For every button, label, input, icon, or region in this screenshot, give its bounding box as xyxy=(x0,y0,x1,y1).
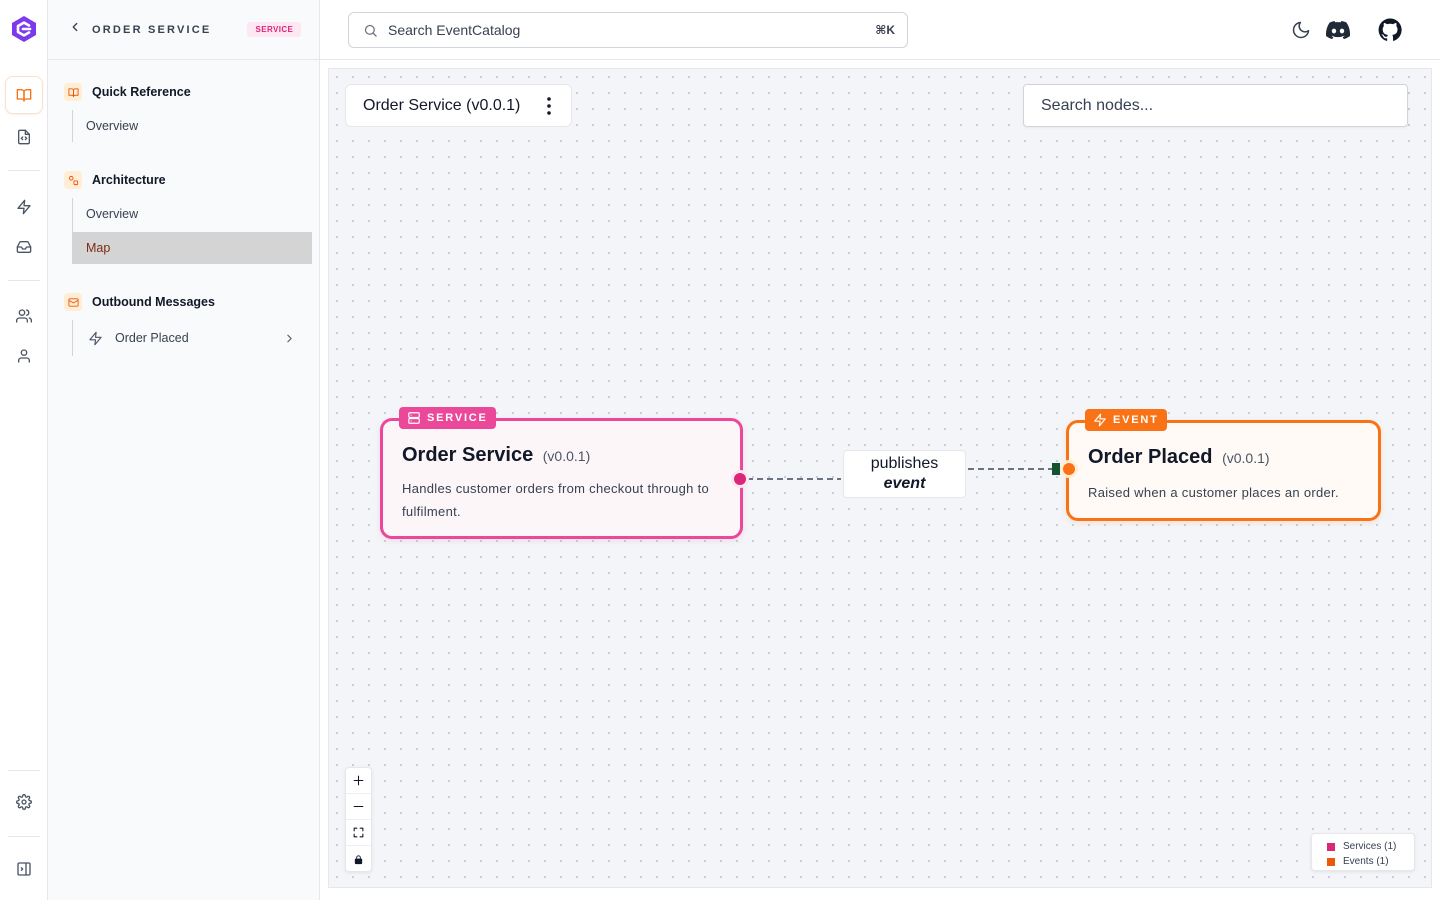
section-outbound-messages: Outbound Messages Order Placed xyxy=(64,292,312,356)
rail-divider xyxy=(8,770,40,771)
section-title: Quick Reference xyxy=(64,82,312,102)
docs-nav-button[interactable] xyxy=(5,76,43,114)
github-icon xyxy=(1378,18,1402,41)
section-title: Architecture xyxy=(64,170,312,190)
settings-nav-button[interactable] xyxy=(5,783,43,821)
sidebar-toggle-button[interactable] xyxy=(5,850,43,888)
sidebar-title: ORDER SERVICE xyxy=(92,23,212,36)
sidebar-item-map[interactable]: Map xyxy=(73,232,312,264)
top-bar: Search EventCatalog ⌘K xyxy=(320,0,1440,60)
node-name: Order Service xyxy=(402,444,534,466)
mail-icon xyxy=(64,293,82,311)
section-list: Order Placed xyxy=(72,320,312,356)
legend-label: Services (1) xyxy=(1343,841,1397,852)
lock-icon xyxy=(354,854,363,864)
chevron-right-icon xyxy=(287,334,292,342)
teams-nav-button[interactable] xyxy=(5,297,43,335)
service-tag: SERVICE xyxy=(399,407,496,429)
discord-link[interactable] xyxy=(1326,18,1350,42)
nav-rail xyxy=(0,0,48,900)
global-search-input[interactable]: Search EventCatalog ⌘K xyxy=(348,12,908,48)
edge-label-verb: publishes xyxy=(870,455,939,472)
server-icon xyxy=(408,412,420,424)
service-tag-label: SERVICE xyxy=(427,412,488,424)
legend-swatch xyxy=(1327,842,1335,851)
theme-toggle-button[interactable] xyxy=(1289,18,1313,42)
users-icon xyxy=(16,309,32,323)
zoom-out-button[interactable] xyxy=(346,794,371,820)
lock-button[interactable] xyxy=(346,846,371,872)
file-code-icon xyxy=(18,129,30,145)
search-icon xyxy=(364,24,377,37)
discord-icon xyxy=(1326,21,1350,40)
zoom-out-icon xyxy=(353,805,364,808)
node-name: Order Placed xyxy=(1088,446,1213,468)
map-legend: Services (1) Events (1) xyxy=(1311,833,1415,871)
fit-view-icon xyxy=(353,827,364,838)
zoom-in-button[interactable] xyxy=(346,768,371,794)
book-icon xyxy=(16,89,32,102)
legend-swatch xyxy=(1327,857,1335,866)
node-version: (v0.0.1) xyxy=(542,448,591,464)
legend-label: Events (1) xyxy=(1343,856,1389,867)
target-handle[interactable] xyxy=(1063,463,1075,475)
events-nav-button[interactable] xyxy=(5,188,43,226)
gear-icon xyxy=(16,794,32,810)
node-description: Raised when a customer places an order. xyxy=(1088,485,1339,500)
book-open-icon xyxy=(64,83,82,101)
section-title: Outbound Messages xyxy=(64,292,312,312)
edge-label-type: event xyxy=(883,475,926,492)
moon-icon xyxy=(1292,21,1310,39)
section-quick-reference: Quick Reference Overview xyxy=(64,82,312,142)
event-node-order-placed[interactable]: EVENT Order Placed (v0.0.1) Raised when … xyxy=(1066,409,1381,521)
node-title: Order Service (v0.0.1) xyxy=(402,444,590,467)
node-version: (v0.0.1) xyxy=(1222,450,1270,466)
node-title: Order Placed (v0.0.1) xyxy=(1088,446,1270,469)
search-shortcut: ⌘K xyxy=(875,23,895,37)
sidebar-toggle-icon xyxy=(17,862,31,876)
section-title-label: Outbound Messages xyxy=(92,295,215,309)
specs-nav-button[interactable] xyxy=(5,118,43,156)
eventcatalog-logo-icon[interactable] xyxy=(10,15,38,43)
user-icon xyxy=(18,349,30,363)
users-nav-button[interactable] xyxy=(5,337,43,375)
section-title-label: Architecture xyxy=(92,173,166,187)
section-list: Overview Map xyxy=(72,198,312,264)
inbox-nav-button[interactable] xyxy=(5,228,43,266)
zoom-in-icon xyxy=(353,775,364,786)
back-button[interactable] xyxy=(68,20,82,39)
section-list: Overview xyxy=(72,110,312,142)
sidebar-item-order-placed[interactable]: Order Placed xyxy=(73,320,312,356)
source-handle[interactable] xyxy=(734,473,746,485)
event-tag-label: EVENT xyxy=(1113,414,1159,426)
edge-label[interactable]: publishes event xyxy=(843,450,966,498)
sidebar-item-architecture-overview[interactable]: Overview xyxy=(73,198,312,230)
architecture-map-canvas[interactable]: Order Service (v0.0.1) Search nodes... S… xyxy=(328,68,1432,888)
bolt-icon xyxy=(1094,413,1106,427)
github-link[interactable] xyxy=(1378,18,1402,42)
fit-view-button[interactable] xyxy=(346,820,371,846)
inbox-icon xyxy=(16,241,32,253)
bolt-icon xyxy=(17,199,31,215)
sidebar: ORDER SERVICE SERVICE Quick Reference Ov… xyxy=(48,0,320,900)
rail-divider xyxy=(8,836,40,837)
service-node-order-service[interactable]: SERVICE Order Service (v0.0.1) Handles c… xyxy=(380,407,743,539)
legend-item-events: Events (1) xyxy=(1327,854,1414,869)
search-placeholder: Search EventCatalog xyxy=(388,22,521,38)
shapes-icon xyxy=(64,171,82,189)
section-architecture: Architecture Overview Map xyxy=(64,170,312,264)
event-tag: EVENT xyxy=(1085,409,1167,431)
sidebar-item-overview[interactable]: Overview xyxy=(73,110,312,142)
map-controls xyxy=(345,767,372,872)
sidebar-item-label: Order Placed xyxy=(115,331,189,345)
rail-divider xyxy=(8,280,40,281)
rail-divider xyxy=(8,170,40,171)
sidebar-header: ORDER SERVICE SERVICE xyxy=(48,0,319,60)
section-title-label: Quick Reference xyxy=(92,85,191,99)
node-description: Handles customer orders from checkout th… xyxy=(402,481,710,519)
chevron-left-icon xyxy=(72,22,78,32)
bolt-icon xyxy=(89,331,102,345)
service-badge: SERVICE xyxy=(247,22,302,37)
legend-item-services: Services (1) xyxy=(1327,839,1414,854)
